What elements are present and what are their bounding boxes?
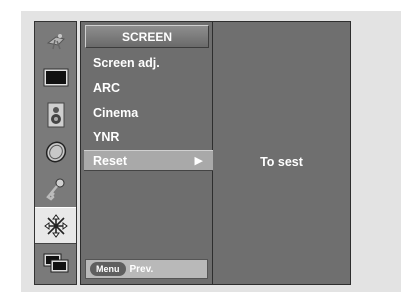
menu-title: SCREEN — [85, 25, 209, 48]
menu-item-label: ARC — [93, 80, 121, 95]
pip-icon[interactable] — [35, 244, 76, 281]
submenu-panel: To sest — [213, 21, 351, 285]
menu-footer: Menu Prev. — [85, 259, 208, 279]
reset-submenu-item[interactable]: To sest — [213, 151, 350, 172]
menu-item-label: YNR — [93, 129, 120, 144]
arrows-icon[interactable] — [35, 207, 76, 244]
key-icon[interactable] — [35, 170, 76, 207]
menu-item-reset[interactable]: Reset ▶ — [84, 150, 213, 171]
menu-item-arc[interactable]: ARC — [93, 77, 208, 98]
category-icon-column — [34, 21, 77, 285]
menu-item-ynr[interactable]: YNR — [93, 126, 208, 147]
screen-icon[interactable] — [35, 59, 76, 96]
menu-item-label: Cinema — [93, 105, 139, 120]
prev-label: Prev. — [129, 263, 154, 275]
play-arrow-icon: ▶ — [194, 155, 203, 167]
screen-menu: SCREEN Screen adj. ARC Cinema YNR Reset … — [80, 21, 213, 285]
menu-item-cinema[interactable]: Cinema — [93, 102, 208, 123]
speaker-icon[interactable] — [35, 96, 76, 133]
menu-item-screen-adj[interactable]: Screen adj. — [93, 52, 208, 73]
menu-button[interactable]: Menu — [90, 262, 126, 276]
clock-icon[interactable] — [35, 133, 76, 170]
menu-item-label: Screen adj. — [93, 55, 160, 70]
menu-item-label: Reset — [93, 153, 128, 168]
antenna-icon[interactable] — [35, 22, 76, 59]
